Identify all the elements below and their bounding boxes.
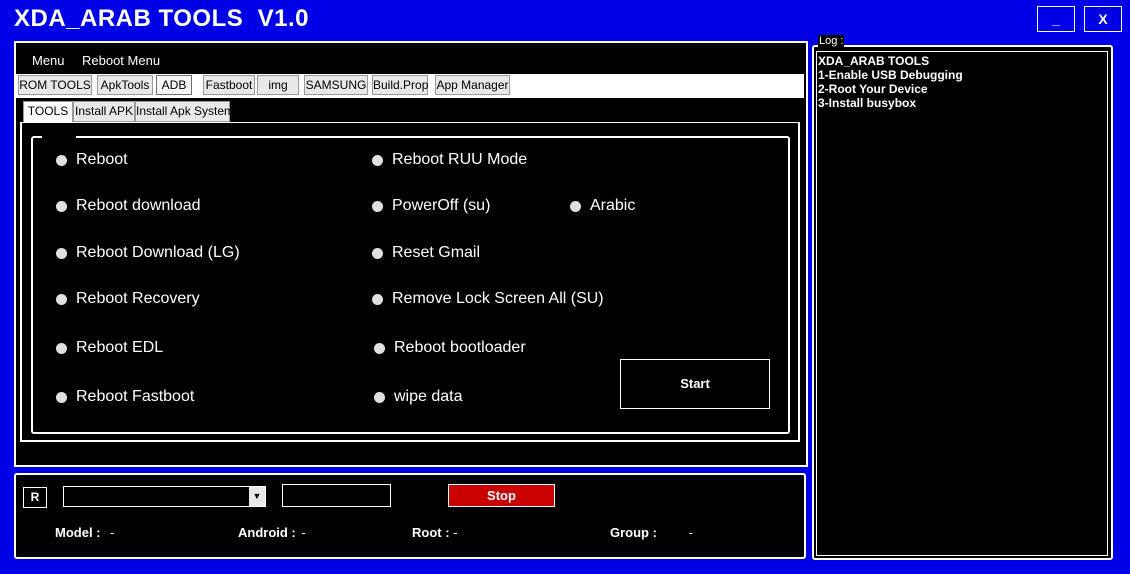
main-tab-strip: ROM TOOLS ApkTools ADB Fastboot img SAMS… [16,74,804,98]
sub-tab-strip: TOOLS Install APK Install Apk System [20,101,800,123]
radio-icon [372,293,383,305]
log-line: 1-Enable USB Debugging [818,68,963,82]
log-line: 2-Root Your Device [818,82,928,96]
log-line: XDA_ARAB TOOLS [818,54,930,68]
radio-wipe-data[interactable]: wipe data [374,388,463,406]
radio-icon [570,200,581,212]
radio-reboot-fastboot[interactable]: Reboot Fastboot [56,388,194,406]
radio-icon [374,391,385,403]
tab-adb[interactable]: ADB [156,75,192,95]
radio-reboot-download[interactable]: Reboot download [56,197,201,215]
root-label: Root : [412,525,450,540]
menu-item-reboot-menu[interactable]: Reboot Menu [82,53,160,68]
group-label: Group : [610,525,657,540]
title-bar: XDA_ARAB TOOLS V1.0 _ X [0,0,1130,40]
radio-icon [56,247,67,259]
root-info: Root : - [412,525,458,540]
refresh-button[interactable]: R [23,487,47,508]
log-textbox[interactable] [816,51,1108,556]
model-label: Model : [55,525,101,540]
radio-reboot-bootloader[interactable]: Reboot bootloader [374,339,526,357]
command-input[interactable] [282,484,391,507]
radio-reboot-recovery[interactable]: Reboot Recovery [56,290,200,308]
subtab-tools[interactable]: TOOLS [23,101,73,123]
group-box-caption-gap [42,134,76,140]
radio-icon [372,247,383,259]
radio-icon [56,200,67,212]
device-select[interactable]: ▼ [63,486,266,507]
radio-icon [56,154,67,166]
root-value: - [453,525,458,540]
log-line: 3-Install busybox [818,96,917,110]
radio-icon [374,342,385,354]
android-value: - [301,525,306,540]
minimize-button[interactable]: _ [1037,6,1075,32]
tab-apktools[interactable]: ApkTools [97,75,153,95]
group-value: - [688,525,693,540]
radio-reboot-ruu-mode[interactable]: Reboot RUU Mode [372,151,527,169]
subtab-install-apk-system[interactable]: Install Apk System [135,101,234,122]
tab-build-prop[interactable]: Build.Prop [372,75,428,95]
android-label: Android : [238,525,296,540]
radio-reboot-download-lg[interactable]: Reboot Download (LG) [56,244,240,262]
tab-fastboot[interactable]: Fastboot [203,75,255,95]
radio-reset-gmail[interactable]: Reset Gmail [372,244,480,262]
tab-samsung[interactable]: SAMSUNG [304,75,368,95]
group-info: Group : - [610,525,693,540]
radio-icon [372,200,383,212]
app-title: XDA_ARAB TOOLS V1.0 [14,5,309,32]
menu-item-menu[interactable]: Menu [32,53,65,68]
stop-button[interactable]: Stop [448,484,555,507]
model-info: Model : - [55,525,114,540]
chevron-down-icon[interactable]: ▼ [249,487,265,506]
android-info: Android : - [238,525,306,540]
model-value: - [110,525,115,540]
radio-poweroff-su[interactable]: PowerOff (su) [372,197,490,215]
radio-reboot-edl[interactable]: Reboot EDL [56,339,163,357]
radio-arabic[interactable]: Arabic [570,197,635,215]
radio-remove-lock-screen[interactable]: Remove Lock Screen All (SU) [372,290,604,308]
start-button[interactable]: Start [620,359,770,409]
subtab-install-apk[interactable]: Install APK [73,101,135,122]
tab-app-manager[interactable]: App Manager [435,75,510,95]
tab-rom-tools[interactable]: ROM TOOLS [18,75,92,95]
close-button[interactable]: X [1084,6,1122,32]
log-title: Log : [818,35,845,47]
radio-icon [372,154,383,166]
tab-img[interactable]: img [257,75,299,95]
radio-icon [56,293,67,305]
radio-icon [56,391,67,403]
radio-icon [56,342,67,354]
radio-reboot[interactable]: Reboot [56,151,128,169]
